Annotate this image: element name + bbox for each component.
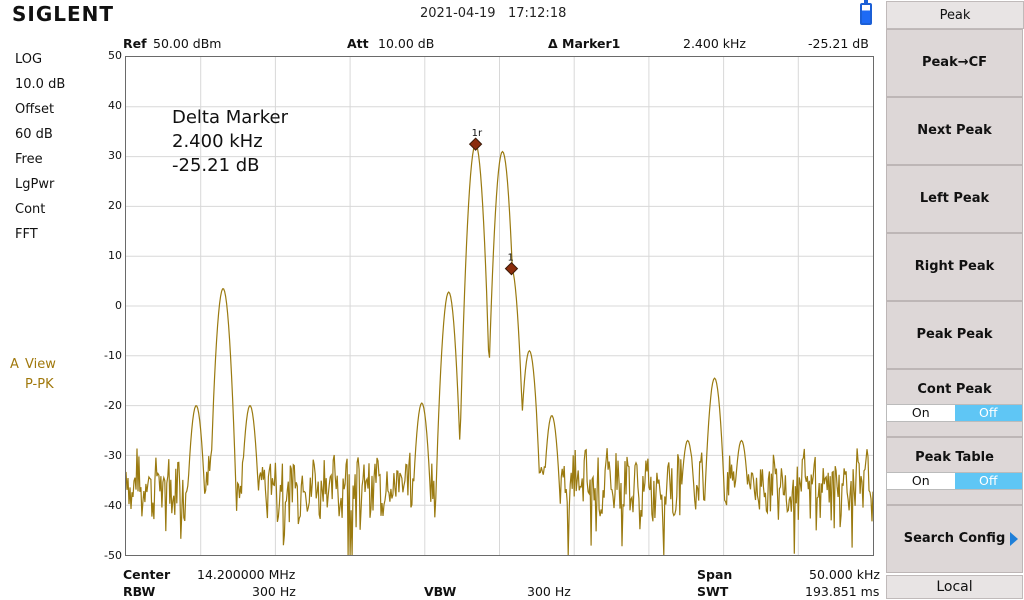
swt-value: 193.851 ms: [805, 584, 880, 599]
search-config-label: Search Config: [903, 531, 1006, 546]
y-tick-label: -40: [104, 499, 122, 512]
peak-peak-button[interactable]: Peak Peak: [886, 301, 1023, 369]
vbw-value: 300 Hz: [527, 584, 571, 599]
center-label: Center: [123, 567, 171, 582]
cont-peak-button[interactable]: Cont Peak: [886, 369, 1023, 437]
y-tick-label: 40: [108, 99, 122, 112]
cont-peak-on[interactable]: On: [887, 405, 955, 421]
date-time: 2021-04-19 17:12:18: [420, 6, 566, 21]
peak-table-toggle[interactable]: On Off: [886, 472, 1023, 490]
sweep-type: FFT: [15, 227, 38, 242]
trace-detector: P-PK: [25, 377, 54, 392]
date: 2021-04-19: [420, 6, 496, 21]
peak-table-label: Peak Table: [915, 450, 994, 465]
vbw-label: VBW: [424, 584, 457, 599]
peak-table-on[interactable]: On: [887, 473, 955, 489]
delta-marker: [504, 261, 519, 276]
sweep-mode: Cont: [15, 202, 46, 217]
peak-table-off[interactable]: Off: [954, 473, 1022, 489]
span-value: 50.000 kHz: [809, 567, 880, 582]
rbw-label: RBW: [123, 584, 156, 599]
att-label: Att: [347, 36, 369, 51]
cont-peak-label: Cont Peak: [917, 382, 992, 397]
softkey-menu-title: Peak: [886, 1, 1024, 29]
scale-type: LOG: [15, 52, 43, 67]
ref-value: 50.00 dBm: [153, 36, 222, 51]
delta-marker-readout: Delta Marker 2.400 kHz -25.21 dB: [172, 106, 288, 178]
y-tick-label: 30: [108, 149, 122, 162]
marker-label: 1: [507, 253, 513, 264]
y-tick-label: -10: [104, 349, 122, 362]
y-tick-label: -20: [104, 399, 122, 412]
reference-marker: [468, 137, 483, 151]
marker-label: 1r: [472, 128, 483, 139]
delta-level: -25.21 dB: [172, 155, 260, 176]
siglent-logo: SIGLENT: [12, 2, 115, 26]
y-tick-label: -30: [104, 449, 122, 462]
peak-to-cf-button[interactable]: Peak→CF: [886, 29, 1023, 97]
cont-peak-off[interactable]: Off: [954, 405, 1022, 421]
average-type: LgPwr: [15, 177, 55, 192]
trace-letter: A: [10, 357, 19, 372]
battery-icon: [860, 0, 872, 25]
y-tick-label: 10: [108, 249, 122, 262]
trace-view: View: [25, 357, 56, 372]
y-tick-label: -50: [104, 549, 122, 562]
peak-table-button[interactable]: Peak Table: [886, 437, 1023, 505]
swt-label: SWT: [697, 584, 729, 599]
search-config-button[interactable]: Search Config: [886, 505, 1023, 573]
att-value: 10.00 dB: [378, 36, 435, 51]
trigger-mode: Free: [15, 152, 43, 167]
delta-freq: 2.400 kHz: [172, 131, 263, 152]
scale-div: 10.0 dB: [15, 77, 66, 92]
offset-value: 60 dB: [15, 127, 53, 142]
marker-frequency: 2.400 kHz: [683, 36, 746, 51]
delta-title: Delta Marker: [172, 107, 288, 128]
delta-marker-label: Δ Marker1: [548, 36, 621, 51]
next-peak-button[interactable]: Next Peak: [886, 97, 1023, 165]
rbw-value: 300 Hz: [252, 584, 296, 599]
center-value: 14.200000 MHz: [197, 567, 296, 582]
y-tick-label: 20: [108, 199, 122, 212]
local-button[interactable]: Local: [886, 575, 1023, 599]
left-peak-button[interactable]: Left Peak: [886, 165, 1023, 233]
offset-label: Offset: [15, 102, 55, 117]
marker-level: -25.21 dB: [808, 36, 869, 51]
y-tick-label: 50: [108, 49, 122, 62]
span-label: Span: [697, 567, 733, 582]
cont-peak-toggle[interactable]: On Off: [886, 404, 1023, 422]
y-tick-label: 0: [115, 299, 122, 312]
right-peak-button[interactable]: Right Peak: [886, 233, 1023, 301]
time: 17:12:18: [507, 6, 567, 21]
ref-label: Ref: [123, 36, 147, 51]
submenu-arrow-icon: [1010, 532, 1018, 546]
